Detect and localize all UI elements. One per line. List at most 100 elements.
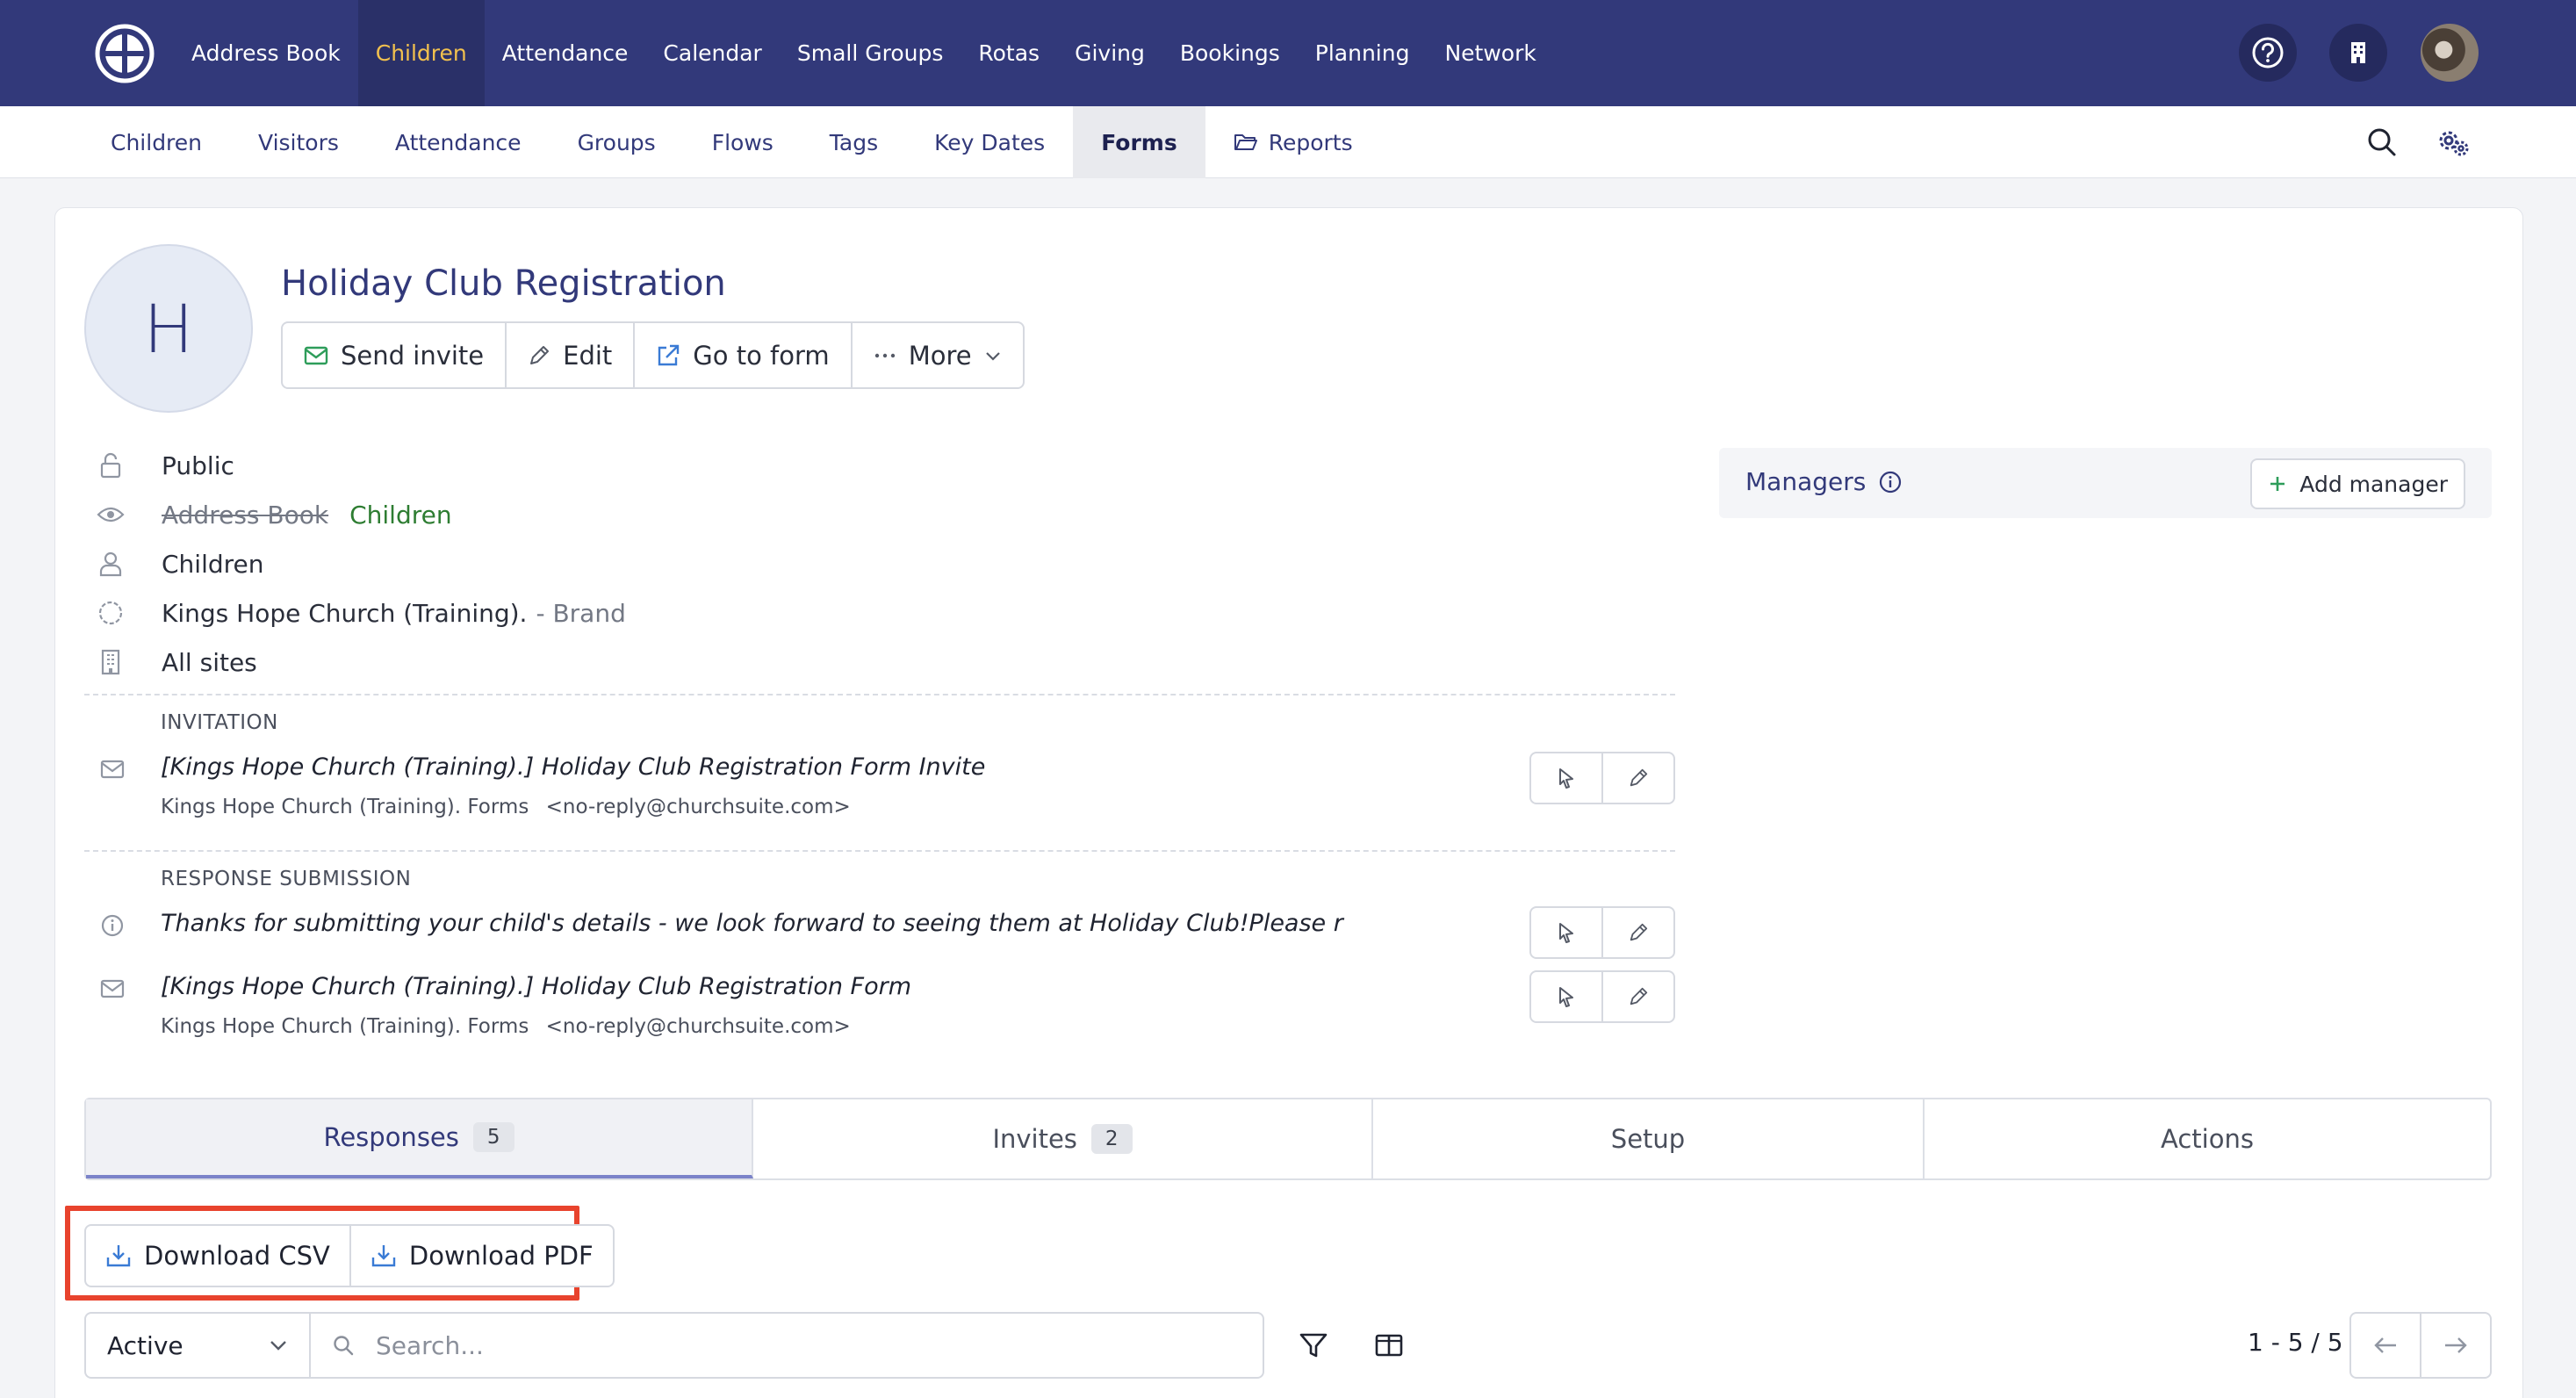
previous-page-button[interactable]: [2351, 1314, 2421, 1377]
topnav-item-small-groups[interactable]: Small Groups: [780, 0, 961, 106]
ellipsis-icon: [874, 353, 895, 357]
person-icon: [95, 548, 126, 580]
cursor-pointer-icon: [1559, 987, 1573, 1007]
form-avatar-initial: H: [143, 289, 194, 368]
subnav-item-attendance[interactable]: Attendance: [367, 106, 550, 178]
topnav-item-calendar[interactable]: Calendar: [645, 0, 779, 106]
topnav-item-rotas[interactable]: Rotas: [961, 0, 1057, 106]
subnav-item-visitors[interactable]: Visitors: [230, 106, 367, 178]
tab-responses[interactable]: Responses 5: [86, 1099, 753, 1178]
eye-icon: [95, 499, 126, 530]
divider: [84, 850, 1675, 852]
envelope-icon: [304, 346, 328, 364]
cursor-pointer-icon: [1559, 768, 1573, 789]
help-button[interactable]: [2239, 24, 2297, 82]
churchsuite-logo-icon[interactable]: [95, 24, 155, 83]
more-label: More: [908, 340, 972, 371]
audience-value: Children: [162, 549, 264, 579]
edit-label: Edit: [563, 340, 613, 371]
arrow-right-icon: [2445, 1337, 2467, 1353]
info-icon[interactable]: [1878, 470, 1903, 494]
subnav-item-children[interactable]: Children: [83, 106, 230, 178]
folder-open-icon: [1234, 134, 1257, 150]
top-navigation: Address Book Children Attendance Calenda…: [0, 0, 2576, 106]
gears-icon: [2439, 131, 2469, 156]
brand-row: Kings Hope Church (Training). - Brand: [95, 595, 626, 631]
user-avatar[interactable]: [2421, 24, 2479, 82]
subnav-label: Visitors: [258, 129, 339, 155]
next-page-button[interactable]: [2421, 1314, 2490, 1377]
search-button[interactable]: [2364, 124, 2400, 161]
tab-setup[interactable]: Setup: [1373, 1099, 1925, 1178]
topnav-item-giving[interactable]: Giving: [1057, 0, 1162, 106]
help-icon: [2252, 37, 2284, 68]
download-tray-icon: [106, 1245, 131, 1267]
download-pdf-button[interactable]: Download PDF: [351, 1226, 613, 1286]
subnav-item-groups[interactable]: Groups: [550, 106, 684, 178]
search-icon: [2368, 128, 2396, 156]
download-csv-label: Download CSV: [144, 1241, 330, 1271]
tab-label: Setup: [1610, 1124, 1686, 1154]
add-manager-label: Add manager: [2299, 471, 2448, 497]
brand-name: Kings Hope Church (Training).: [162, 598, 528, 628]
preview-response-message-button[interactable]: [1531, 908, 1603, 957]
topnav-item-address-book[interactable]: Address Book: [174, 0, 358, 106]
form-tabs: Responses 5 Invites 2 Setup Actions: [84, 1098, 2492, 1180]
audience-row: Children: [95, 546, 264, 581]
cursor-pointer-icon: [1559, 923, 1573, 943]
subnav-label: Key Dates: [934, 129, 1046, 155]
envelope-outline-icon: [97, 753, 128, 785]
search-input[interactable]: [376, 1330, 1166, 1360]
edit-response-email-button[interactable]: [1603, 972, 1673, 1021]
topnav-item-bookings[interactable]: Bookings: [1162, 0, 1298, 106]
status-select-value: Active: [107, 1330, 183, 1360]
topnav-item-planning[interactable]: Planning: [1298, 0, 1428, 106]
go-to-form-label: Go to form: [693, 340, 830, 371]
filter-funnel-icon: [1299, 1333, 1328, 1358]
topnav-item-attendance[interactable]: Attendance: [485, 0, 646, 106]
brand-suffix: - Brand: [536, 598, 626, 628]
topnav-item-network[interactable]: Network: [1427, 0, 1553, 106]
edit-invitation-button[interactable]: [1603, 753, 1673, 803]
subnav-item-flows[interactable]: Flows: [684, 106, 802, 178]
pencil-icon: [1630, 768, 1648, 787]
divider: [84, 694, 1675, 695]
subnav-item-reports[interactable]: Reports: [1205, 106, 1381, 178]
subnav-item-key-dates[interactable]: Key Dates: [906, 106, 1073, 178]
sites-button[interactable]: [2329, 24, 2387, 82]
topnav-item-children[interactable]: Children: [357, 0, 485, 106]
status-select[interactable]: Active: [84, 1312, 311, 1379]
response-email-actions: [1529, 970, 1675, 1023]
subnav-item-forms[interactable]: Forms: [1073, 106, 1205, 178]
filter-button[interactable]: [1294, 1326, 1333, 1365]
chevron-down-icon: [270, 1341, 286, 1351]
edit-button[interactable]: Edit: [507, 323, 636, 387]
add-manager-button[interactable]: Add manager: [2250, 458, 2465, 509]
sites-value: All sites: [162, 647, 257, 677]
managers-panel: Managers Add manager: [1719, 448, 2492, 518]
preview-response-email-button[interactable]: [1531, 972, 1603, 1021]
pencil-icon: [530, 345, 550, 364]
subnav-label: Groups: [577, 129, 656, 155]
tab-actions[interactable]: Actions: [1925, 1099, 2490, 1178]
managers-heading: Managers: [1745, 467, 1903, 496]
send-invite-label: Send invite: [341, 340, 485, 371]
edit-response-message-button[interactable]: [1603, 908, 1673, 957]
download-buttons: Download CSV Download PDF: [84, 1224, 615, 1287]
download-csv-button[interactable]: Download CSV: [86, 1226, 351, 1286]
subnav-item-tags[interactable]: Tags: [802, 106, 906, 178]
response-message-actions: [1529, 906, 1675, 959]
tab-invites[interactable]: Invites 2: [753, 1099, 1373, 1178]
search-icon: [334, 1336, 354, 1356]
more-button[interactable]: More: [853, 323, 1023, 387]
send-invite-button[interactable]: Send invite: [283, 323, 507, 387]
columns-button[interactable]: [1370, 1326, 1408, 1365]
invitation-subject: [Kings Hope Church (Training).] Holiday …: [161, 753, 986, 781]
go-to-form-button[interactable]: Go to form: [635, 323, 853, 387]
download-pdf-label: Download PDF: [408, 1241, 594, 1271]
download-tray-icon: [371, 1245, 396, 1267]
preview-invitation-button[interactable]: [1531, 753, 1603, 803]
pagination-controls: [2349, 1312, 2492, 1379]
settings-button[interactable]: [2435, 124, 2472, 161]
unlock-icon: [95, 450, 126, 481]
